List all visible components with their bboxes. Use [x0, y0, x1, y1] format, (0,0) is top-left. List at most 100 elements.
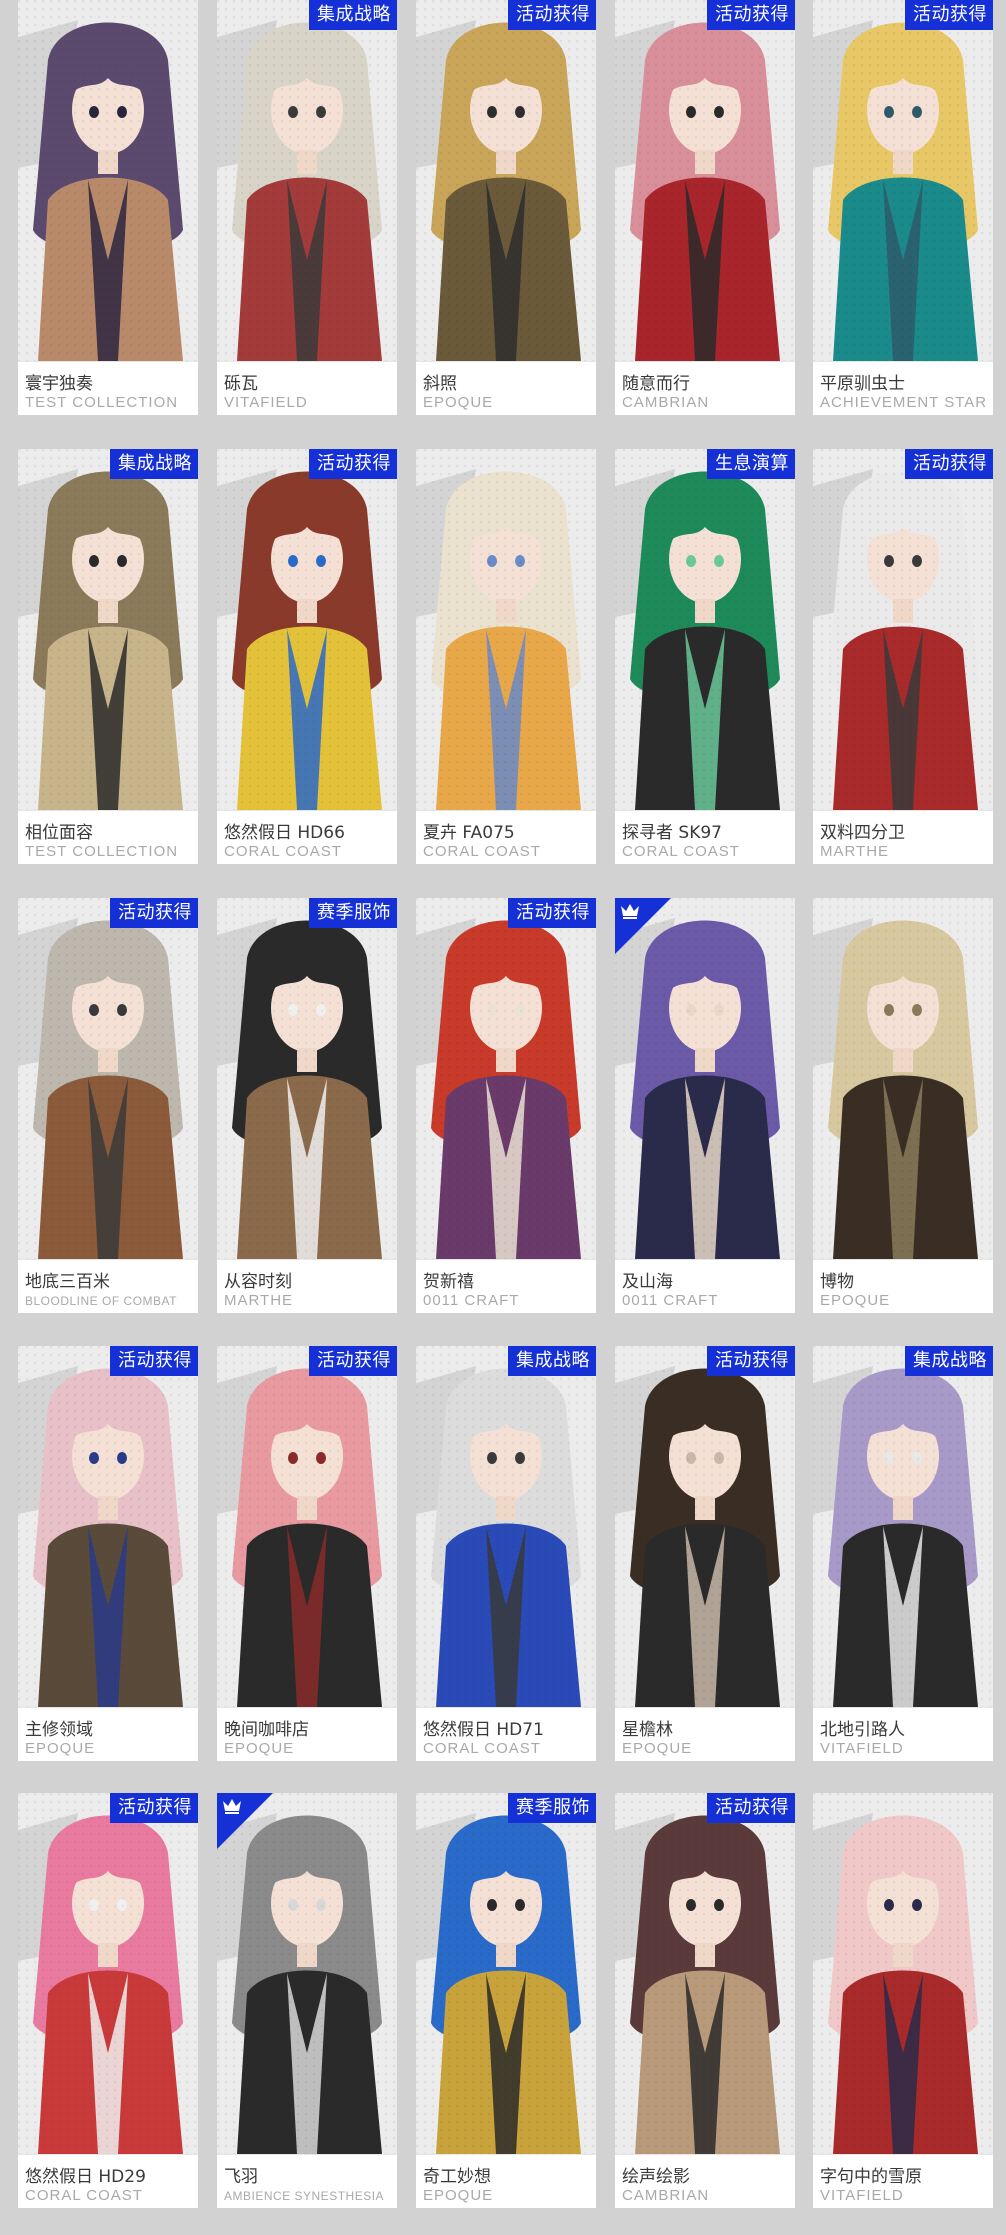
skin-caption: 星檐林 EPOQUE [615, 1707, 795, 1761]
skin-card[interactable]: 活动获得 地底三百米 BLOODLINE OF COMBAT [18, 898, 198, 1313]
acquisition-tag: 活动获得 [309, 449, 397, 479]
character-illustration [615, 0, 795, 361]
skin-caption: 贺新禧 0011 CRAFT [416, 1259, 596, 1313]
skin-card[interactable]: 集成战略悠然假日 HD71 CORAL COAST [416, 1346, 596, 1761]
skin-caption: 斜照 EPOQUE [416, 361, 596, 415]
acquisition-tag: 活动获得 [508, 0, 596, 30]
skin-artwork [18, 1793, 198, 2154]
acquisition-tag: 活动获得 [110, 1793, 198, 1823]
brand-name: CAMBRIAN [622, 2187, 710, 2204]
skin-name: 飞羽 [224, 2167, 258, 2187]
skin-artwork [217, 0, 397, 361]
brand-name: MARTHE [820, 843, 890, 860]
skin-name: 悠然假日 HD29 [25, 2167, 146, 2187]
acquisition-tag: 活动获得 [110, 1346, 198, 1376]
skin-name: 贺新禧 [423, 1272, 474, 1292]
brand-name: EPOQUE [423, 394, 494, 411]
skin-caption: 随意而行 CAMBRIAN [615, 361, 795, 415]
acquisition-tag: 集成战略 [508, 1346, 596, 1376]
skin-artwork [813, 898, 993, 1259]
acquisition-tag: 活动获得 [905, 449, 993, 479]
character-illustration [217, 1346, 397, 1707]
skin-caption: 悠然假日 HD29 CORAL COAST [18, 2154, 198, 2208]
character-illustration [217, 0, 397, 361]
skin-card[interactable]: 活动获得 悠然假日 HD66 CORAL COAST [217, 449, 397, 864]
skin-card[interactable]: 活动获得 绘声绘影 CAMBRIAN [615, 1793, 795, 2208]
skin-caption: 主修领域 EPOQUE [18, 1707, 198, 1761]
skin-artwork [615, 0, 795, 361]
brand-name: EPOQUE [224, 1740, 295, 1757]
skin-card[interactable]: 赛季服饰 奇工妙想 EPOQUE [416, 1793, 596, 2208]
acquisition-tag: 生息演算 [707, 449, 795, 479]
skin-artwork [813, 1793, 993, 2154]
skin-name: 双料四分卫 [820, 823, 905, 843]
skin-card[interactable]: 夏卉 FA075 CORAL COAST [416, 449, 596, 864]
character-illustration [217, 449, 397, 810]
skin-card[interactable]: 活动获得 贺新禧 0011 CRAFT [416, 898, 596, 1313]
skin-name: 相位面容 [25, 823, 93, 843]
acquisition-tag: 赛季服饰 [309, 898, 397, 928]
acquisition-tag: 活动获得 [905, 0, 993, 30]
skin-caption: 夏卉 FA075 CORAL COAST [416, 810, 596, 864]
skin-artwork [615, 1793, 795, 2154]
character-illustration [217, 898, 397, 1259]
skin-card[interactable]: 赛季服饰 从容时刻 MARTHE [217, 898, 397, 1313]
skin-artwork [18, 898, 198, 1259]
skin-artwork [217, 449, 397, 810]
skin-artwork [416, 898, 596, 1259]
skin-artwork [416, 449, 596, 810]
brand-name: CORAL COAST [25, 2187, 143, 2204]
skin-card[interactable]: 活动获得斜照 EPOQUE [416, 0, 596, 415]
acquisition-tag: 集成战略 [110, 449, 198, 479]
skin-artwork [813, 449, 993, 810]
skin-caption: 博物 EPOQUE [813, 1259, 993, 1313]
skin-artwork [813, 0, 993, 361]
skin-card[interactable]: 寰宇独奏 TEST COLLECTION [18, 0, 198, 415]
brand-name: CORAL COAST [423, 1740, 541, 1757]
character-illustration [813, 1793, 993, 2154]
character-illustration [813, 1346, 993, 1707]
character-illustration [416, 449, 596, 810]
skin-card[interactable]: 活动获得双料四分卫 MARTHE [813, 449, 993, 864]
skin-caption: 北地引路人 VITAFIELD [813, 1707, 993, 1761]
skin-artwork [416, 1346, 596, 1707]
character-illustration [813, 449, 993, 810]
skin-name: 绘声绘影 [622, 2167, 690, 2187]
skin-card[interactable]: 及山海 0011 CRAFT [615, 898, 795, 1313]
skin-name: 字句中的雪原 [820, 2167, 922, 2187]
skin-card[interactable]: 生息演算探寻者 SK97 CORAL COAST [615, 449, 795, 864]
skin-artwork [615, 1346, 795, 1707]
skin-card[interactable]: 集成战略 北地引路人 VITAFIELD [813, 1346, 993, 1761]
skin-caption: 相位面容 TEST COLLECTION [18, 810, 198, 864]
character-illustration [615, 1793, 795, 2154]
skin-caption: 及山海 0011 CRAFT [615, 1259, 795, 1313]
brand-name: TEST COLLECTION [25, 843, 179, 860]
skin-card[interactable]: 集成战略相位面容 TEST COLLECTION [18, 449, 198, 864]
skin-caption: 字句中的雪原 VITAFIELD [813, 2154, 993, 2208]
character-illustration [813, 898, 993, 1259]
skin-name: 探寻者 SK97 [622, 823, 722, 843]
skin-name: 悠然假日 HD71 [423, 1720, 544, 1740]
skin-card[interactable]: 博物 EPOQUE [813, 898, 993, 1313]
skin-name: 平原驯虫士 [820, 374, 905, 394]
skin-name: 主修领域 [25, 1720, 93, 1740]
skin-card[interactable]: 活动获得 随意而行 CAMBRIAN [615, 0, 795, 415]
crown-icon [223, 1799, 241, 1814]
skin-card[interactable]: 集成战略 砾瓦 VITAFIELD [217, 0, 397, 415]
skin-name: 博物 [820, 1272, 854, 1292]
skin-card[interactable]: 活动获得主修领域 EPOQUE [18, 1346, 198, 1761]
skin-card[interactable]: 字句中的雪原 VITAFIELD [813, 1793, 993, 2208]
skin-caption: 悠然假日 HD71 CORAL COAST [416, 1707, 596, 1761]
character-illustration [416, 1793, 596, 2154]
acquisition-tag: 活动获得 [110, 898, 198, 928]
skin-card[interactable]: 活动获得悠然假日 HD29 CORAL COAST [18, 1793, 198, 2208]
brand-name: CORAL COAST [622, 843, 740, 860]
brand-name: EPOQUE [25, 1740, 96, 1757]
acquisition-tag: 赛季服饰 [508, 1793, 596, 1823]
skin-card[interactable]: 飞羽 AMBIENCE SYNESTHESIA [217, 1793, 397, 2208]
character-illustration [615, 1346, 795, 1707]
brand-name: EPOQUE [820, 1292, 891, 1309]
skin-card[interactable]: 活动获得 星檐林 EPOQUE [615, 1346, 795, 1761]
skin-card[interactable]: 活动获得 晚间咖啡店 EPOQUE [217, 1346, 397, 1761]
skin-card[interactable]: 活动获得 平原驯虫士 ACHIEVEMENT STAR [813, 0, 993, 415]
